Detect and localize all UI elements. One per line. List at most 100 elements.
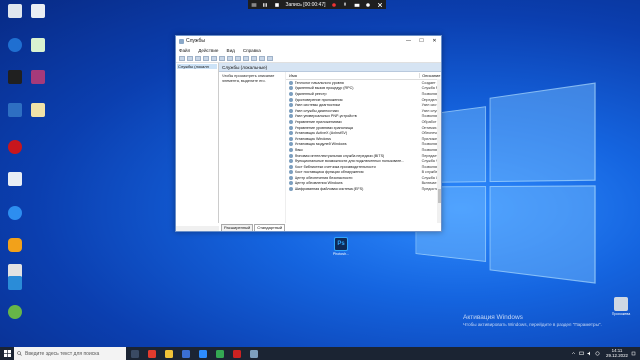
tab-extended[interactable]: Расширенный: [221, 224, 254, 231]
back-icon[interactable]: [179, 55, 185, 61]
taskbar-app-file-explorer[interactable]: [160, 347, 177, 360]
table-row[interactable]: Узел универсальных PNP-устройств Позволяе: [286, 114, 441, 120]
refresh-icon[interactable]: [211, 55, 217, 61]
tree-node-services[interactable]: Службы (локалн: [177, 64, 217, 69]
settings-icon[interactable]: [365, 2, 371, 8]
menu-help[interactable]: Справка: [243, 48, 261, 53]
table-row[interactable]: Удаленный вызов процедур (RPC) Служба RP: [286, 86, 441, 92]
restart-service-icon[interactable]: [267, 55, 273, 61]
service-name: Функциональные возможности для подключен…: [294, 159, 405, 164]
table-row[interactable]: Центр обеспечения безопасности Служба W: [286, 175, 441, 181]
menu-file[interactable]: Файл: [179, 48, 190, 53]
table-row[interactable]: Установщик ActiveX (AxInstSV) Обеспече: [286, 130, 441, 136]
tab-standard[interactable]: Стандартный: [254, 224, 286, 231]
service-gear-icon: [289, 136, 294, 141]
desktop-icon-4[interactable]: [23, 38, 53, 53]
desktop-icon-10-image: [8, 172, 22, 186]
pause-service-icon[interactable]: [259, 55, 265, 61]
desktop-icon-14[interactable]: [0, 276, 30, 291]
mic-icon[interactable]: [342, 2, 348, 8]
help-icon[interactable]: [227, 55, 233, 61]
table-row[interactable]: Центр обновления Windows Включае: [286, 181, 441, 187]
network-icon[interactable]: [579, 351, 584, 356]
column-description[interactable]: Описание: [419, 73, 441, 78]
activation-title: Активация Windows: [463, 314, 523, 321]
minimize-button[interactable]: —: [402, 38, 415, 44]
service-name: Удостоверение приложения: [294, 97, 343, 102]
close-icon[interactable]: [377, 2, 383, 8]
store-icon: [181, 349, 190, 358]
taskbar-clock[interactable]: 14:11 29.12.2022: [606, 348, 628, 359]
service-gear-icon: [289, 86, 294, 91]
table-row[interactable]: Шифрованная файловая система (EFS) Предос…: [286, 186, 441, 192]
desktop-icon-8[interactable]: [23, 103, 53, 118]
forward-icon[interactable]: [187, 55, 193, 61]
console-tree: Службы (локалн: [176, 63, 219, 223]
up-icon[interactable]: [195, 55, 201, 61]
stop-icon[interactable]: [274, 2, 280, 8]
taskbar-app-zoom[interactable]: [194, 347, 211, 360]
tray-chevron-icon[interactable]: [571, 351, 576, 356]
taskbar-app-store[interactable]: [177, 347, 194, 360]
desktop-icon-11[interactable]: [0, 206, 30, 221]
photoshop-desktop-icon[interactable]: Ps Photosh...: [327, 237, 355, 256]
maximize-button[interactable]: ☐: [415, 38, 428, 44]
camera-icon[interactable]: [354, 2, 360, 8]
taskbar-app-recorder[interactable]: [228, 347, 245, 360]
table-row[interactable]: Хост библиотеки счетчика производительно…: [286, 164, 441, 170]
table-row[interactable]: Функциональные возможности для подключен…: [286, 158, 441, 164]
desktop-icon-6[interactable]: [23, 70, 53, 85]
services-window[interactable]: Службы — ☐ ✕ Файл Действие Вид Справка С…: [175, 35, 442, 232]
close-button[interactable]: ✕: [428, 38, 441, 44]
table-row[interactable]: Узел системы диагностики Узел сист: [286, 102, 441, 108]
taskbar-app-services-app[interactable]: [245, 347, 262, 360]
desktop-icon-2[interactable]: [23, 4, 53, 19]
table-row[interactable]: Узел службы диагностики Узел служ: [286, 108, 441, 114]
language-icon[interactable]: [595, 351, 600, 356]
table-row[interactable]: Факс Позволяе: [286, 147, 441, 153]
desktop-icon-15[interactable]: [0, 305, 30, 320]
activation-subtitle: Чтобы активировать Windows, перейдите в …: [463, 322, 602, 327]
notifications-icon[interactable]: [631, 351, 636, 356]
table-row[interactable]: Хост поставщика функции обнаружения В слу…: [286, 170, 441, 176]
user-folder-icon[interactable]: Прохожева: [607, 297, 635, 316]
vertical-scrollbar[interactable]: [437, 79, 441, 223]
taskbar-app-chrome[interactable]: [211, 347, 228, 360]
column-headers: Имя Описание: [286, 72, 441, 80]
console-tree-icon[interactable]: [203, 55, 209, 61]
desktop-icon-6-image: [31, 70, 45, 84]
window-panes: Службы (локалн Службы (локальные) Чтобы …: [176, 63, 441, 223]
tree-horizontal-scrollbar[interactable]: [176, 226, 219, 231]
desktop-icon-9[interactable]: [0, 140, 30, 155]
taskbar-app-task-view[interactable]: [126, 347, 143, 360]
start-button[interactable]: [0, 347, 14, 360]
task-view-icon: [130, 349, 139, 358]
volume-icon[interactable]: [587, 351, 592, 356]
table-row[interactable]: Управление уровнями хранилища Оптимиз: [286, 125, 441, 131]
table-row[interactable]: Управление приложениями Обработ: [286, 119, 441, 125]
table-row[interactable]: Удаленный реестр Позволяе: [286, 91, 441, 97]
menu-view[interactable]: Вид: [227, 48, 235, 53]
properties-icon[interactable]: [235, 55, 241, 61]
service-gear-icon: [289, 108, 294, 113]
table-row[interactable]: Теплолог начального уровня Создает о: [286, 80, 441, 86]
desktop-icon-12[interactable]: [0, 238, 30, 253]
column-name[interactable]: Имя: [286, 73, 419, 78]
desktop-icon-10[interactable]: [0, 172, 30, 187]
table-row[interactable]: Установщик Windows Приложе: [286, 136, 441, 142]
table-row[interactable]: Фоновая интеллектуальная служба передачи…: [286, 153, 441, 159]
menu-bar: Файл Действие Вид Справка: [176, 46, 441, 54]
pause-icon[interactable]: [262, 2, 268, 8]
record-dot-icon: [331, 2, 337, 8]
services-rows: Теплолог начального уровня Создает о Удале…: [286, 80, 441, 192]
scrollbar-thumb[interactable]: [437, 189, 441, 203]
taskbar-search[interactable]: Введите здесь текст для поиска: [14, 347, 126, 360]
taskbar-app-yandex[interactable]: [143, 347, 160, 360]
play-icon[interactable]: [243, 55, 249, 61]
export-icon[interactable]: [219, 55, 225, 61]
menu-action[interactable]: Действие: [198, 48, 218, 53]
table-row[interactable]: Удостоверение приложения Определ: [286, 97, 441, 103]
stop-service-icon[interactable]: [251, 55, 257, 61]
window-titlebar[interactable]: Службы — ☐ ✕: [176, 36, 441, 46]
table-row[interactable]: Установщик модулей Windows Позволяе: [286, 142, 441, 148]
